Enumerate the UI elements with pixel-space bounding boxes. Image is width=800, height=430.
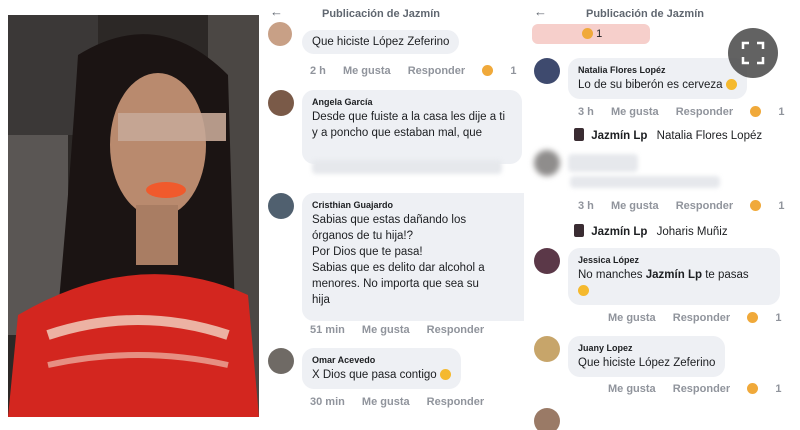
like-button[interactable]: Me gusta xyxy=(611,200,659,212)
comment-actions: 51 min Me gusta Responder xyxy=(310,324,485,336)
avatar[interactable] xyxy=(534,336,560,362)
reply-avatar-icon xyxy=(574,128,584,141)
panel-header: ← Publicación de Jazmín xyxy=(270,4,440,20)
avatar[interactable] xyxy=(534,150,560,176)
comments-panel-middle: ← Publicación de Jazmín Que hiciste Lópe… xyxy=(262,0,524,430)
panel-header: ← Publicación de Jazmín xyxy=(534,4,704,20)
comment-actions: 2 h Me gusta Responder 1 xyxy=(310,65,517,77)
reply-avatar-icon xyxy=(574,224,584,237)
comment-bubble: Omar Acevedo X Dios que pasa contigo xyxy=(302,348,461,389)
profile-photo xyxy=(8,15,259,417)
comment-actions: Me gusta Responder 1 xyxy=(608,383,782,395)
reply-button[interactable]: Responder xyxy=(673,383,730,395)
laughing-emoji-icon xyxy=(725,79,737,90)
reply-button[interactable]: Responder xyxy=(673,312,730,324)
blurred-text xyxy=(568,154,638,172)
comment-actions: 30 min Me gusta Responder xyxy=(310,396,485,408)
blurred-text xyxy=(312,160,502,174)
commenter-name[interactable]: Cristhian Guajardo xyxy=(312,199,524,212)
back-arrow-icon[interactable]: ← xyxy=(534,4,547,19)
like-button[interactable]: Me gusta xyxy=(362,396,410,408)
reply-button[interactable]: Responder xyxy=(427,396,484,408)
comment-actions: 3 h Me gusta Responder 1 xyxy=(578,200,785,212)
comment-bubble: Cristhian Guajardo Sabias que estas daña… xyxy=(302,193,524,321)
reply-button[interactable]: Responder xyxy=(676,200,733,212)
commenter-name[interactable]: Jessica López xyxy=(578,254,770,267)
like-button[interactable]: Me gusta xyxy=(608,312,656,324)
commenter-name[interactable]: Omar Acevedo xyxy=(312,354,451,367)
reply-button[interactable]: Responder xyxy=(427,324,484,336)
reaction-icon xyxy=(482,65,494,76)
avatar[interactable] xyxy=(534,408,560,430)
commenter-name[interactable]: Juany Lopez xyxy=(578,342,715,355)
blurred-text xyxy=(570,176,720,188)
reaction-icon xyxy=(747,383,759,394)
like-button[interactable]: Me gusta xyxy=(343,65,391,77)
like-button[interactable]: Me gusta xyxy=(608,383,656,395)
mention-link[interactable]: Jazmín Lp xyxy=(646,269,702,281)
reply-summary[interactable]: Jazmín Lp Natalia Flores Lopéz xyxy=(574,128,762,142)
reaction-icon xyxy=(582,28,593,39)
avatar[interactable] xyxy=(268,193,294,219)
back-arrow-icon[interactable]: ← xyxy=(270,4,283,19)
avatar[interactable] xyxy=(534,248,560,274)
avatar[interactable] xyxy=(534,58,560,84)
reaction-icon xyxy=(750,106,762,117)
expand-button[interactable] xyxy=(728,28,778,78)
reply-button[interactable]: Responder xyxy=(676,106,733,118)
like-button[interactable]: Me gusta xyxy=(611,106,659,118)
commenter-name[interactable]: Natalia Flores Lopéz xyxy=(578,64,737,77)
comment-actions: 3 h Me gusta Responder 1 xyxy=(578,106,785,118)
comment-bubble: Jessica López No manches Jazmín Lp te pa… xyxy=(568,248,780,305)
like-button[interactable]: Me gusta xyxy=(362,324,410,336)
comment-bubble: Natalia Flores Lopéz Lo de su biberón es… xyxy=(568,58,747,99)
comment-bubble: Angela García Desde que fuiste a la casa… xyxy=(302,90,522,164)
expand-icon xyxy=(741,41,765,65)
comment-actions: Me gusta Responder 1 xyxy=(608,312,782,324)
reaction-icon xyxy=(750,200,762,211)
avatar[interactable] xyxy=(268,90,294,116)
reaction-icon xyxy=(747,312,759,323)
commenter-name[interactable]: Angela García xyxy=(312,96,512,109)
reply-button[interactable]: Responder xyxy=(408,65,465,77)
sad-emoji-icon xyxy=(439,369,451,380)
laughing-emoji-icon xyxy=(578,285,589,296)
comment-bubble: Que hiciste López Zeferino xyxy=(302,30,460,54)
comment-bubble: Juany Lopez Que hiciste López Zeferino xyxy=(568,336,726,377)
reply-summary[interactable]: Jazmín Lp Joharis Muñiz xyxy=(574,224,728,238)
reaction-bar: 1 xyxy=(532,24,650,44)
avatar[interactable] xyxy=(268,348,294,374)
avatar[interactable] xyxy=(268,22,292,46)
